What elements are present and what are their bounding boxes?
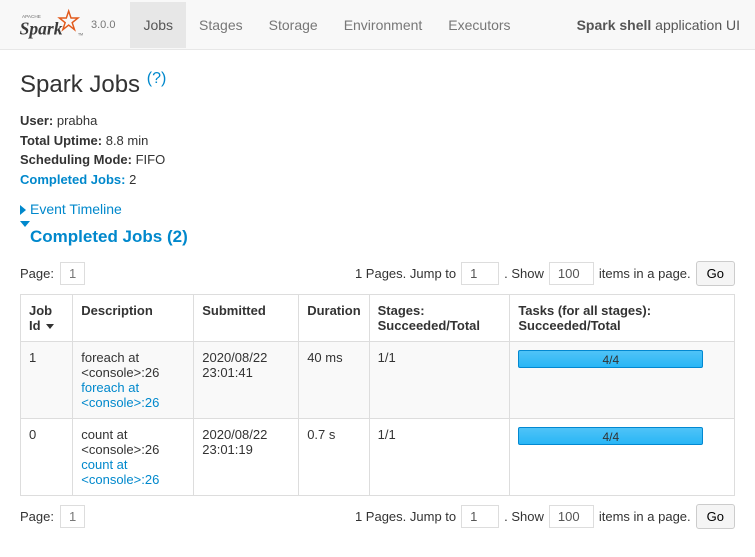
tab-stages[interactable]: Stages (186, 2, 256, 48)
col-description[interactable]: Description (73, 295, 194, 342)
summary-sched: Scheduling Mode: FIFO (20, 150, 735, 170)
summary-completed: Completed Jobs: 2 (20, 170, 735, 190)
pages-text: 1 Pages. Jump to (355, 509, 456, 524)
tab-storage[interactable]: Storage (256, 2, 331, 48)
tab-environment[interactable]: Environment (331, 2, 436, 48)
tab-executors[interactable]: Executors (435, 2, 523, 48)
go-button[interactable]: Go (696, 504, 735, 529)
navbar: APACHE Spark TM 3.0.0 Jobs Stages Storag… (0, 0, 755, 50)
cell-description: count at <console>:26 count at <console>… (73, 419, 194, 496)
completed-jobs-link[interactable]: Completed Jobs: (20, 172, 125, 187)
desc-text: count at <console>:26 (81, 427, 159, 457)
tab-jobs[interactable]: Jobs (130, 2, 186, 48)
col-job-id[interactable]: Job Id (21, 295, 73, 342)
page-number[interactable]: 1 (60, 262, 85, 285)
jump-to-input[interactable] (461, 505, 499, 528)
app-name-bold: Spark shell (577, 17, 652, 33)
caret-right-icon (20, 205, 26, 215)
table-header-row: Job Id Description Submitted Duration St… (21, 295, 735, 342)
jump-to-input[interactable] (461, 262, 499, 285)
spark-version: 3.0.0 (91, 19, 115, 31)
cell-job-id: 1 (21, 342, 73, 419)
spark-logo-icon: APACHE Spark TM (15, 6, 85, 44)
event-timeline-toggle[interactable]: Event Timeline (20, 201, 735, 217)
col-duration[interactable]: Duration (299, 295, 369, 342)
items-per-page-input[interactable] (549, 505, 594, 528)
show-suffix: items in a page. (599, 266, 691, 281)
cell-tasks: 4/4 (510, 342, 735, 419)
page-title: Spark Jobs (?) (20, 70, 735, 99)
cell-description: foreach at <console>:26 foreach at <cons… (73, 342, 194, 419)
cell-duration: 0.7 s (299, 419, 369, 496)
content-area: Spark Jobs (?) User: prabha Total Uptime… (0, 50, 755, 557)
show-prefix: . Show (504, 266, 544, 281)
cell-stages: 1/1 (369, 342, 510, 419)
completed-jobs-header-text: Completed Jobs (2) (30, 227, 188, 246)
show-suffix: items in a page. (599, 509, 691, 524)
svg-text:TM: TM (78, 32, 83, 36)
brand[interactable]: APACHE Spark TM 3.0.0 (15, 6, 115, 44)
table-row: 1 foreach at <console>:26 foreach at <co… (21, 342, 735, 419)
cell-submitted: 2020/08/22 23:01:19 (194, 419, 299, 496)
go-button[interactable]: Go (696, 261, 735, 286)
event-timeline-label: Event Timeline (30, 201, 122, 217)
desc-link[interactable]: count at <console>:26 (81, 457, 159, 487)
summary-uptime: Total Uptime: 8.8 min (20, 131, 735, 151)
app-name-suffix: application UI (651, 17, 740, 33)
show-prefix: . Show (504, 509, 544, 524)
items-per-page-input[interactable] (549, 262, 594, 285)
desc-text: foreach at <console>:26 (81, 350, 159, 380)
page-number[interactable]: 1 (60, 505, 85, 528)
pagination-bottom: Page: 1 1 Pages. Jump to . Show items in… (20, 504, 735, 529)
app-name: Spark shell application UI (577, 17, 740, 33)
caret-down-icon (20, 221, 30, 246)
pages-text: 1 Pages. Jump to (355, 266, 456, 281)
desc-link[interactable]: foreach at <console>:26 (81, 380, 159, 410)
nav-tabs: Jobs Stages Storage Environment Executor… (130, 2, 576, 48)
table-row: 0 count at <console>:26 count at <consol… (21, 419, 735, 496)
summary-user: User: prabha (20, 111, 735, 131)
cell-tasks: 4/4 (510, 419, 735, 496)
tasks-progress-bar: 4/4 (518, 427, 703, 445)
col-stages[interactable]: Stages: Succeeded/Total (369, 295, 510, 342)
sort-caret-icon (46, 324, 54, 329)
summary-list: User: prabha Total Uptime: 8.8 min Sched… (20, 111, 735, 189)
completed-jobs-header[interactable]: Completed Jobs (2) (20, 227, 735, 247)
cell-submitted: 2020/08/22 23:01:41 (194, 342, 299, 419)
tasks-progress-bar: 4/4 (518, 350, 703, 368)
jobs-table: Job Id Description Submitted Duration St… (20, 294, 735, 496)
page-title-text: Spark Jobs (20, 71, 147, 98)
pagination-top: Page: 1 1 Pages. Jump to . Show items in… (20, 261, 735, 286)
page-label: Page: (20, 266, 54, 281)
page-label: Page: (20, 509, 54, 524)
cell-duration: 40 ms (299, 342, 369, 419)
svg-text:Spark: Spark (20, 18, 63, 38)
help-link[interactable]: (?) (147, 70, 167, 87)
cell-stages: 1/1 (369, 419, 510, 496)
col-submitted[interactable]: Submitted (194, 295, 299, 342)
cell-job-id: 0 (21, 419, 73, 496)
col-tasks[interactable]: Tasks (for all stages): Succeeded/Total (510, 295, 735, 342)
